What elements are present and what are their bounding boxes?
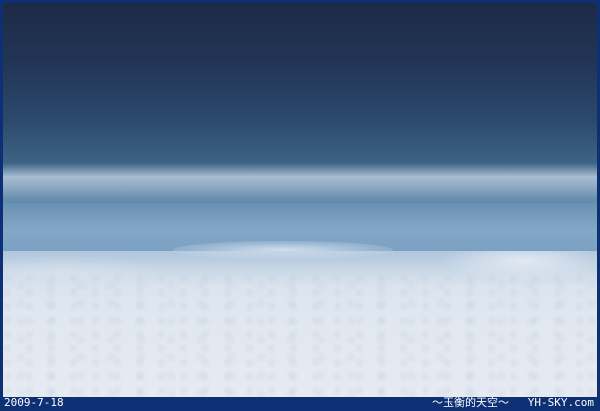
cloud-texture xyxy=(3,273,597,397)
horizon-cloud-band xyxy=(3,163,597,203)
caption-bar: 2009-7-18 ～玉衡的天空～ YH-SKY.com xyxy=(0,396,600,411)
aerial-photo xyxy=(3,3,597,397)
photo-date: 2009-7-18 xyxy=(4,396,64,409)
site-url: YH-SKY.com xyxy=(527,396,594,409)
site-name: ～玉衡的天空～ xyxy=(432,396,509,409)
photo-frame: 2009-7-18 ～玉衡的天空～ YH-SKY.com xyxy=(0,0,600,411)
